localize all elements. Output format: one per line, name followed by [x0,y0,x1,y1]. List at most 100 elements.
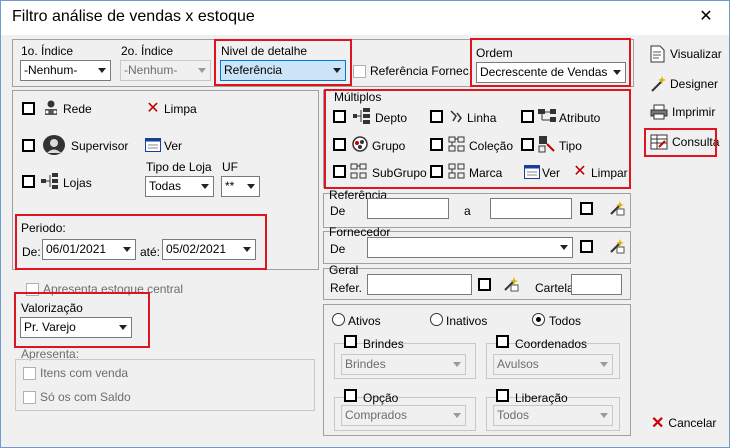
opcao-label: Opção [363,391,399,405]
todos-radio[interactable] [532,313,545,326]
magic-wand-icon[interactable] [608,237,626,255]
colecao-grid-icon [448,136,466,152]
atributo-checkbox[interactable] [521,110,534,123]
colecao-label: Coleção [469,139,514,153]
grupo-icon [351,136,369,152]
colecao-checkbox[interactable] [430,138,443,151]
ordem-select[interactable]: Decrescente de Vendas [476,62,626,83]
nivel-select[interactable]: Referência [220,60,346,81]
subgrupo-checkbox[interactable] [333,165,346,178]
tipo-loja-label: Tipo de Loja [146,160,212,174]
view-window-icon[interactable] [145,138,161,152]
chevron-down-icon [123,247,131,252]
fornecedor-checkbox[interactable] [580,240,593,253]
date-ate-value: 05/02/2021 [166,242,227,256]
referencia-de-input[interactable] [367,198,449,219]
opcao-value: Comprados [345,408,408,422]
magic-wand-icon[interactable] [502,275,520,293]
imprimir-button[interactable]: Imprimir [650,104,715,120]
chevron-down-icon [613,70,621,75]
printer-icon [650,104,668,120]
depto-checkbox[interactable] [333,110,346,123]
coordenados-value: Avulsos [497,357,539,371]
indice1-value: -Nenhum- [24,63,78,77]
referencia-checkbox[interactable] [580,202,593,215]
grupo-checkbox[interactable] [333,138,346,151]
limpa-label[interactable]: Limpa [164,102,197,116]
consulta-label: Consulta [672,135,720,149]
opcao-checkbox[interactable] [344,389,357,402]
designer-button[interactable]: Designer [650,75,718,93]
supervisor-label: Supervisor [71,139,129,153]
view-window-icon[interactable] [524,165,540,179]
ordem-value: Decrescente de Vendas [480,65,608,79]
brindes-label: Brindes [363,337,404,351]
clear-x-icon[interactable]: ✕ [572,163,588,180]
liberacao-label: Liberação [515,391,568,405]
indice1-label: 1o. Índice [21,44,74,58]
visualizar-button[interactable]: Visualizar [650,45,722,63]
multiplos-ver-label[interactable]: Ver [542,166,560,180]
consulta-button[interactable]: Consulta [650,134,719,150]
referencia-a-label: a [464,204,471,218]
marca-label: Marca [469,166,503,180]
marca-checkbox[interactable] [430,165,443,178]
designer-wand-icon [651,76,666,92]
date-de-select[interactable]: 06/01/2021 [42,239,136,260]
itens-venda-checkbox [23,367,36,380]
ver-label[interactable]: Ver [164,139,182,153]
valorizacao-select[interactable]: Pr. Varejo [20,317,132,338]
clear-x-icon[interactable]: ✕ [145,100,161,117]
subgrupo-label: SubGrupo [372,166,427,180]
periodo-label: Periodo: [21,221,66,235]
brindes-select: Brindes [341,354,466,375]
chevron-down-icon [600,413,608,418]
uf-select[interactable]: ** [221,176,260,197]
ativos-radio[interactable] [332,313,345,326]
inativos-radio[interactable] [430,313,443,326]
referencia-a-input[interactable] [490,198,572,219]
geral-cartela-label: Cartela [535,281,574,295]
grupo-label: Grupo [372,139,406,153]
indice1-select[interactable]: -Nenhum- [20,60,111,81]
geral-refer-input[interactable] [367,274,472,295]
supervisor-icon [42,134,66,156]
multiplos-label: Múltiplos [334,90,382,104]
rede-label: Rede [63,102,92,116]
depto-label: Depto [375,111,408,125]
geral-label: Geral [329,263,359,277]
date-ate-select[interactable]: 05/02/2021 [162,239,256,260]
chevron-down-icon [453,362,461,367]
hierarchy-icon [40,172,60,190]
rede-checkbox[interactable] [22,102,35,115]
multiplos-limpar-label[interactable]: Limpar [591,166,628,180]
subgrupo-grid-icon [350,163,368,179]
magic-wand-icon[interactable] [608,199,626,217]
tipo-loja-select[interactable]: Todas [145,176,214,197]
atributo-label: Atributo [559,111,601,125]
cancelar-button[interactable]: ✕ Cancelar [651,413,716,433]
ref-fornec-checkbox[interactable] [353,65,366,78]
indice2-value: -Nenhum- [124,63,178,77]
chevron-down-icon [333,68,341,73]
linha-checkbox[interactable] [430,110,443,123]
valorizacao-label: Valorização [21,301,83,315]
geral-cartela-input[interactable] [571,274,622,295]
chevron-down-icon [600,362,608,367]
brindes-checkbox[interactable] [344,335,357,348]
fornecedor-select[interactable] [367,237,573,258]
coordenados-checkbox[interactable] [496,335,509,348]
supervisor-checkbox[interactable] [22,139,35,152]
atributo-icon [538,108,558,124]
linha-label: Linha [467,111,497,125]
liberacao-value: Todos [497,408,530,422]
liberacao-checkbox[interactable] [496,389,509,402]
close-button[interactable]: ✕ [683,1,729,31]
valorizacao-value: Pr. Varejo [24,320,76,334]
coordenados-select: Avulsos [493,354,613,375]
ativos-label: Ativos [348,314,381,328]
lojas-checkbox[interactable] [22,175,35,188]
de-label: De: [22,245,41,259]
tipo-checkbox[interactable] [521,138,534,151]
geral-checkbox[interactable] [478,278,491,291]
